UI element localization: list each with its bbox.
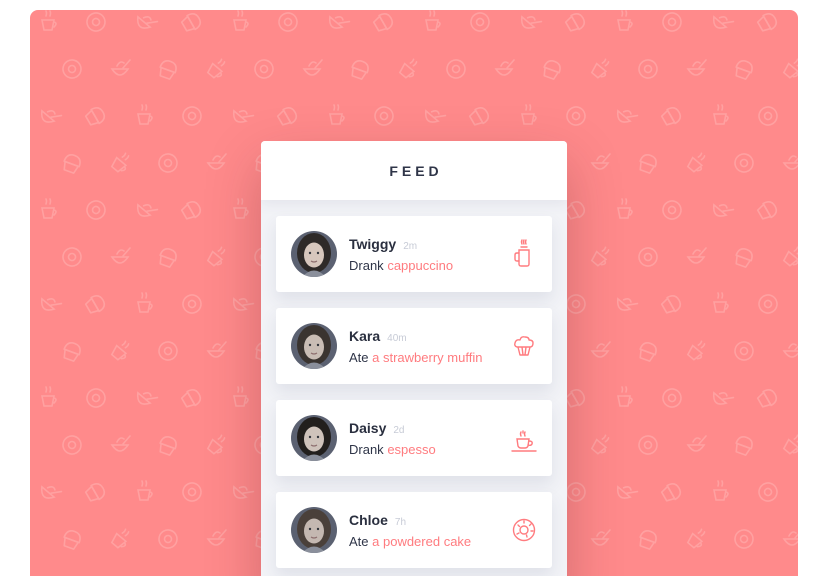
activity-verb: Ate [349, 533, 369, 549]
timestamp: 2d [393, 424, 405, 436]
avatar[interactable] [291, 323, 337, 369]
feed-card[interactable]: Daisy 2d Drank espesso [276, 400, 552, 476]
timestamp: 2m [403, 240, 418, 252]
activity-verb: Ate [349, 349, 369, 365]
feed-card-header: Daisy 2d [349, 420, 510, 436]
timestamp: 7h [394, 516, 407, 528]
user-name[interactable]: Daisy [349, 420, 386, 436]
donut-icon [510, 513, 538, 547]
feed-card-text: Chloe 7h Ate a powdered cake [349, 512, 510, 549]
activity-line: Drank cappuccino [349, 258, 510, 273]
feed-card[interactable]: Kara 40m Ate a strawberry muffin [276, 308, 552, 384]
activity-verb: Drank [349, 441, 384, 457]
feed-card-header: Kara 40m [349, 328, 510, 344]
coffee-cup-icon [510, 421, 538, 455]
activity-item[interactable]: a strawberry muffin [372, 350, 482, 365]
coffee-mug-icon [510, 237, 538, 271]
activity-item[interactable]: cappuccino [387, 258, 453, 273]
avatar[interactable] [291, 231, 337, 277]
page-title: FEED [389, 162, 443, 179]
feed-card-header: Chloe 7h [349, 512, 510, 528]
user-name[interactable]: Twiggy [349, 236, 396, 252]
feed-showcase-background: FEED Twiggy 2m Drank cappuccino Kara 40m Ate … [30, 10, 798, 576]
feed-card[interactable]: Twiggy 2m Drank cappuccino [276, 216, 552, 292]
feed-list: Twiggy 2m Drank cappuccino Kara 40m Ate a str… [261, 200, 567, 568]
feed-header: FEED [261, 141, 567, 200]
feed-card-text: Kara 40m Ate a strawberry muffin [349, 328, 510, 365]
feed-card[interactable]: Chloe 7h Ate a powdered cake [276, 492, 552, 568]
timestamp: 40m [387, 332, 407, 344]
avatar[interactable] [291, 507, 337, 553]
activity-line: Ate a strawberry muffin [349, 350, 510, 365]
activity-item[interactable]: a powdered cake [372, 534, 471, 549]
muffin-icon [510, 329, 538, 363]
avatar[interactable] [291, 415, 337, 461]
user-name[interactable]: Kara [349, 328, 380, 344]
user-name[interactable]: Chloe [349, 512, 388, 528]
activity-line: Ate a powdered cake [349, 534, 510, 549]
feed-card-header: Twiggy 2m [349, 236, 510, 252]
activity-line: Drank espesso [349, 442, 510, 457]
feed-card-text: Daisy 2d Drank espesso [349, 420, 510, 457]
activity-item[interactable]: espesso [387, 442, 435, 457]
feed-card-text: Twiggy 2m Drank cappuccino [349, 236, 510, 273]
activity-verb: Drank [349, 257, 384, 273]
feed-panel: FEED Twiggy 2m Drank cappuccino Kara 40m Ate … [261, 141, 567, 576]
